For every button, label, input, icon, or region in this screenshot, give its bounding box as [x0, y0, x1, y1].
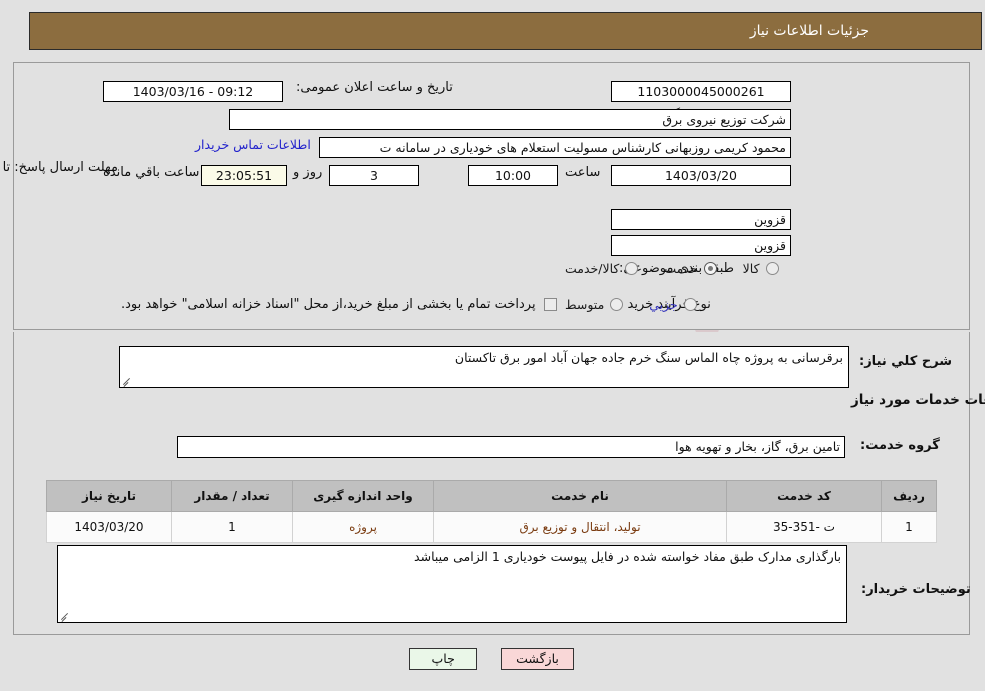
buyer-notes-textarea[interactable]: بارگذاری مدارک طبق مفاد خواسته شده در فا…: [58, 545, 848, 623]
page-root: AnaTender.net جزئیات اطلاعات نیاز شماره …: [0, 0, 985, 691]
buyer-notes-label: توضیحات خریدار:: [862, 582, 972, 597]
col-date: تاریخ نیاز: [47, 480, 173, 512]
countdown-timer-label: ساعت باقي مانده: [104, 165, 201, 180]
days-value: 3: [330, 165, 420, 186]
buyer-contact-link[interactable]: اطلاعات تماس خریدار: [196, 137, 312, 152]
cell-radif: 1: [882, 511, 938, 543]
action-buttons: بازگشت چاپ: [0, 648, 985, 670]
service-group-label: گروه خدمت:: [861, 438, 941, 453]
resize-grip-icon-2[interactable]: [61, 611, 71, 621]
description-textarea[interactable]: برقرسانی به پروژه چاه الماس سنگ خرم جاده…: [120, 346, 850, 388]
creator-value: محمود کریمی روزبهانی کارشناس مسولیت استع…: [320, 137, 792, 158]
cell-name: تولید، انتقال و توزیع برق: [434, 511, 728, 543]
print-button[interactable]: چاپ: [410, 648, 479, 670]
radio-kala-khedmat-icon[interactable]: [626, 262, 640, 275]
category-option-label-0: کالا: [743, 261, 761, 276]
radio-motevaset-icon[interactable]: [611, 298, 625, 311]
time-value: 10:00: [469, 165, 559, 186]
deadline-label: مهلت ارسال پاسخ: تا تاریخ:: [0, 160, 119, 175]
process-option-motevaset[interactable]: متوسط: [566, 297, 625, 312]
need-number-value: 1103000045000261: [612, 81, 792, 102]
col-code: کد خدمت: [727, 480, 883, 512]
announce-label-wrap: تاریخ و ساعت اعلان عمومی:: [297, 80, 454, 95]
page-title-bar: جزئیات اطلاعات نیاز: [30, 12, 983, 50]
col-unit: واحد اندازه گیری: [293, 480, 435, 512]
time-label: ساعت: [566, 165, 602, 180]
services-heading: اطلاعات خدمات مورد نیاز: [852, 392, 985, 408]
city-value: قزوین: [612, 235, 792, 256]
service-group-label-wrap: گروه خدمت:: [861, 438, 941, 453]
col-qty: تعداد / مقدار: [172, 480, 294, 512]
category-option-khedmat[interactable]: خدمت: [665, 261, 718, 276]
cell-code: ت -351-35: [727, 511, 883, 543]
contact-link-wrap[interactable]: اطلاعات تماس خریدار: [196, 137, 312, 152]
category-option-kala-khedmat[interactable]: کالا/خدمت: [566, 261, 640, 276]
table-header-row: ردیف کد خدمت نام خدمت واحد اندازه گیری ت…: [47, 480, 938, 512]
back-button[interactable]: بازگشت: [502, 648, 575, 670]
days-label-wrap: روز و: [294, 165, 323, 180]
category-option-kala[interactable]: کالا: [744, 261, 780, 276]
description-label-wrap: شرح کلي نیاز:: [860, 354, 953, 369]
need-info-panel: [14, 62, 971, 330]
page-title: جزئیات اطلاعات نیاز: [750, 23, 870, 39]
cell-unit: پروژه: [293, 511, 435, 543]
category-options: کالا خدمت کالا/خدمت: [540, 261, 780, 276]
col-radif: ردیف: [882, 480, 938, 512]
process-options: جزیي متوسط: [540, 297, 698, 312]
timer-label-wrap: ساعت باقي مانده: [104, 165, 200, 180]
service-group-value: تامین برق، گاز، بخار و تهویه هوا: [178, 436, 846, 458]
days-label: روز و: [294, 165, 324, 180]
time-label-wrap: ساعت: [566, 165, 601, 180]
province-value: قزوین: [612, 209, 792, 230]
services-table: ردیف کد خدمت نام خدمت واحد اندازه گیری ت…: [47, 480, 938, 543]
process-option-label-0: جزیي: [650, 297, 679, 312]
deadline-date-value: 1403/03/20: [612, 165, 792, 186]
table-row: 1 ت -351-35 تولید، انتقال و توزیع برق پر…: [47, 511, 938, 543]
description-label: شرح کلي نیاز:: [860, 354, 954, 369]
announce-label: تاریخ و ساعت اعلان عمومی:: [297, 80, 454, 95]
radio-khedmat-icon[interactable]: [704, 262, 718, 275]
cell-date: 1403/03/20: [47, 511, 173, 543]
buyer-notes-label-wrap: توضیحات خریدار:: [862, 582, 972, 597]
category-option-label-1: خدمت: [665, 261, 699, 276]
islamic-note-wrap: پرداخت تمام یا بخشی از مبلغ خرید،از محل …: [122, 297, 558, 312]
process-option-jozei[interactable]: جزیي: [650, 297, 698, 312]
buyer-notes-value: بارگذاری مدارک طبق مفاد خواسته شده در فا…: [415, 549, 842, 564]
radio-kala-icon[interactable]: [766, 262, 780, 275]
category-option-label-2: کالا/خدمت: [566, 261, 621, 276]
cell-qty: 1: [172, 511, 294, 543]
resize-grip-icon[interactable]: [123, 376, 133, 386]
description-value: برقرسانی به پروژه چاه الماس سنگ خرم جاده…: [455, 350, 844, 365]
countdown-timer-value: 23:05:51: [202, 165, 288, 186]
announce-value: 1403/03/16 - 09:12: [104, 81, 284, 102]
process-option-label-1: متوسط: [566, 297, 606, 312]
buyer-org-value: شرکت توزیع نیروی برق: [230, 109, 792, 130]
islamic-note-checkbox[interactable]: [544, 298, 558, 311]
services-heading-wrap: اطلاعات خدمات مورد نیاز: [852, 392, 985, 408]
col-name: نام خدمت: [434, 480, 728, 512]
islamic-note-text: پرداخت تمام یا بخشی از مبلغ خرید،از محل …: [122, 297, 537, 312]
radio-jozei-icon[interactable]: [684, 298, 698, 311]
